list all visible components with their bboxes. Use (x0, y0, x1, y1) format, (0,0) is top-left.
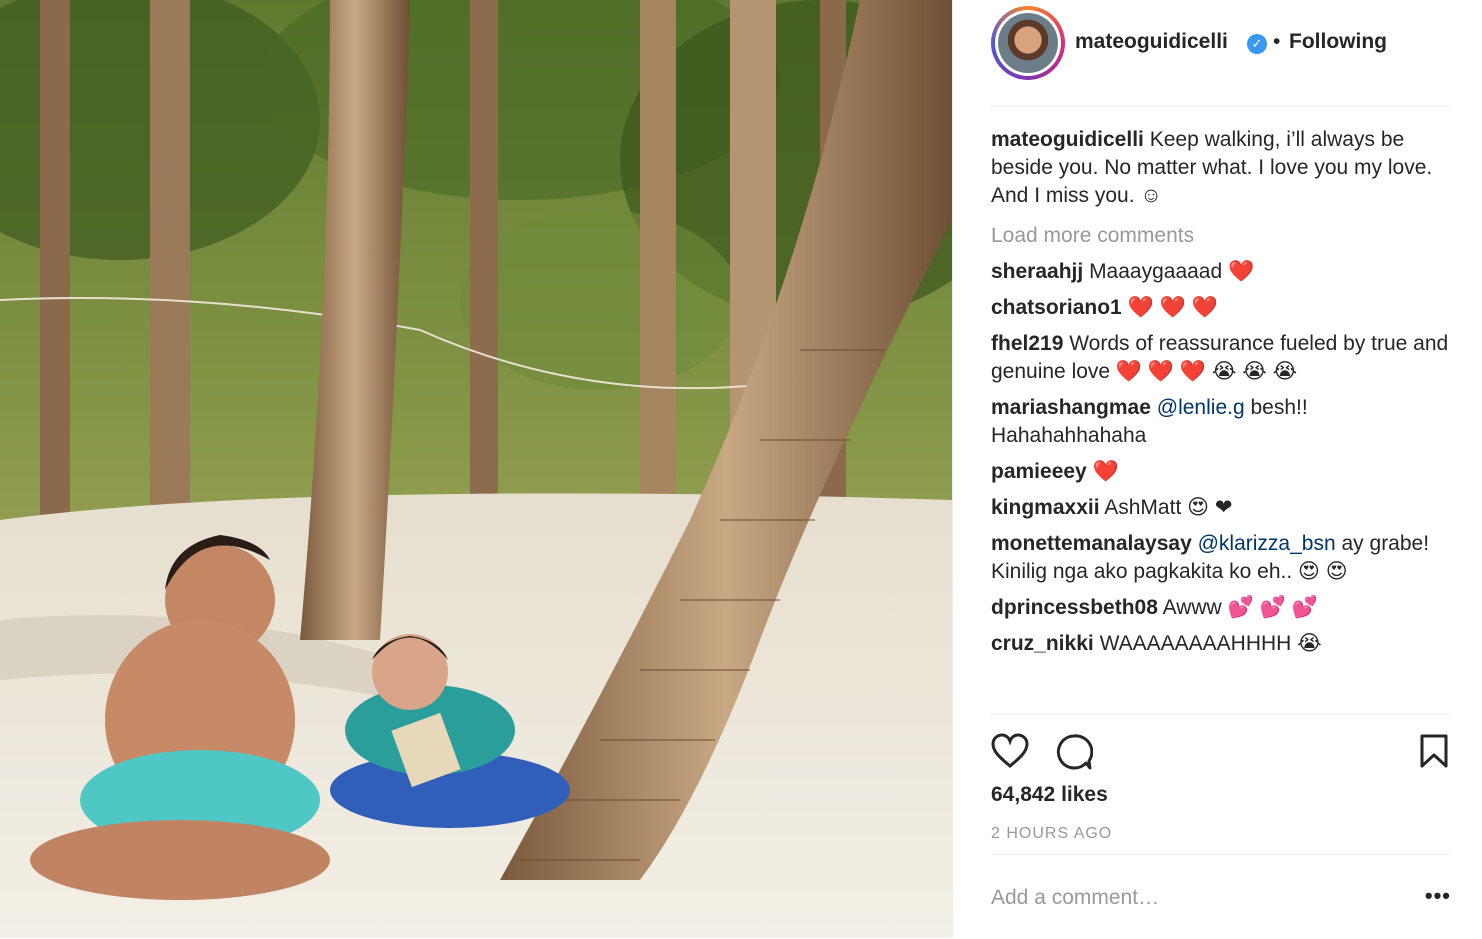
comment-username[interactable]: kingmaxxii (991, 496, 1100, 519)
comment-mention[interactable]: @lenlie.g (1157, 396, 1245, 419)
comment-username[interactable]: cruz_nikki (991, 632, 1094, 655)
likes-count[interactable]: 64,842 likes (991, 783, 1108, 807)
comment-item: kingmaxxii AshMatt 😍 ❤ (991, 494, 1451, 522)
verified-badge-icon: ✓ (1247, 34, 1267, 54)
load-more-comments-button[interactable]: Load more comments (991, 222, 1451, 250)
comment-text: ❤️ ❤️ ❤️ (1127, 296, 1218, 319)
comment-item: fhel219 Words of reassurance fueled by t… (991, 330, 1451, 386)
post-side-panel: mateoguidicelli ✓ • Following mateoguidi… (952, 0, 1482, 938)
post-timestamp[interactable]: 2 HOURS AGO (991, 825, 1112, 843)
comment-username[interactable]: sheraahjj (991, 260, 1083, 283)
caption-username[interactable]: mateoguidicelli (991, 128, 1144, 151)
more-options-icon[interactable]: ••• (1425, 883, 1451, 909)
comment-username[interactable]: chatsoriano1 (991, 296, 1122, 319)
comment-item: monettemanalaysay @klarizza_bsn ay grabe… (991, 530, 1451, 586)
avatar-frame (995, 10, 1061, 76)
following-button[interactable]: Following (1289, 30, 1387, 54)
comment-text: AshMatt 😍 ❤ (1104, 496, 1233, 519)
comment-username[interactable]: dprincessbeth08 (991, 596, 1158, 619)
bookmark-icon[interactable] (1419, 733, 1449, 774)
comment-item: sheraahjj Maaaygaaaad ❤️ (991, 258, 1451, 286)
comment-item: chatsoriano1 ❤️ ❤️ ❤️ (991, 294, 1451, 322)
comments-list[interactable]: mateoguidicelli Keep walking, i’ll alway… (991, 108, 1451, 714)
beach-photo-illustration (0, 0, 952, 938)
comment-text: WAAAAAAAAHHHH 😭 (1099, 632, 1322, 655)
comment-username[interactable]: pamieeey (991, 460, 1087, 483)
avatar[interactable] (991, 6, 1065, 80)
comment-username[interactable]: mariashangmae (991, 396, 1151, 419)
comment-item: mariashangmae @lenlie.g besh!! Hahahahha… (991, 394, 1451, 450)
comment-item: cruz_nikki WAAAAAAAAHHHH 😭 (991, 630, 1451, 658)
comment-text: Awww 💕 💕 💕 (1162, 596, 1318, 619)
post-header: mateoguidicelli ✓ • Following (991, 0, 1451, 107)
comment-bubble-icon[interactable] (1055, 733, 1094, 776)
add-comment-bar: Add a comment… ••• (991, 854, 1451, 939)
header-username[interactable]: mateoguidicelli (1075, 30, 1228, 54)
comment-username[interactable]: fhel219 (991, 332, 1063, 355)
comment-text: ❤️ (1092, 460, 1119, 483)
comment-username[interactable]: monettemanalaysay (991, 532, 1192, 555)
comment-mention[interactable]: @klarizza_bsn (1198, 532, 1336, 555)
caption: mateoguidicelli Keep walking, i’ll alway… (991, 126, 1451, 210)
post-actions: 64,842 likes 2 HOURS AGO (991, 714, 1451, 855)
avatar-image (998, 13, 1058, 73)
comment-item: pamieeey ❤️ (991, 458, 1451, 486)
comment-text: Maaaygaaaad ❤️ (1089, 260, 1255, 283)
post-photo[interactable] (0, 0, 952, 938)
heart-outline-icon[interactable] (991, 733, 1029, 774)
instagram-post: mateoguidicelli ✓ • Following mateoguidi… (0, 0, 1482, 938)
separator-dot: • (1273, 30, 1281, 53)
add-comment-input[interactable]: Add a comment… (991, 886, 1159, 910)
comment-item: dprincessbeth08 Awww 💕 💕 💕 (991, 594, 1451, 622)
